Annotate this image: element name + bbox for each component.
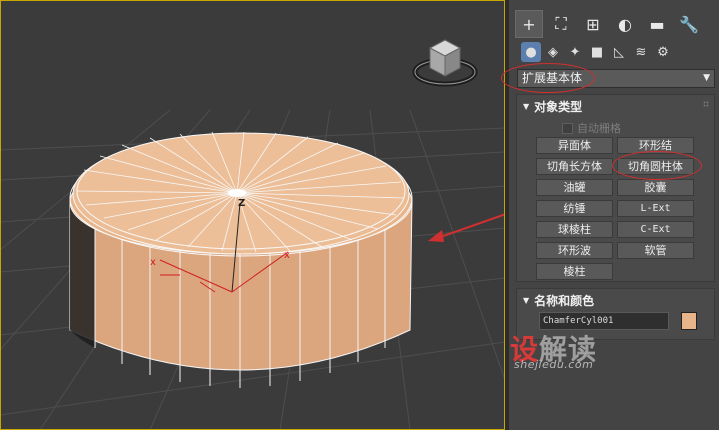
shapes-icon[interactable]: ◈ — [543, 42, 563, 62]
autogrid-checkbox[interactable]: 自动栅格 — [562, 120, 621, 136]
chamfer-cylinder[interactable] — [69, 131, 413, 388]
gengon-button[interactable]: 球棱柱 — [536, 221, 613, 238]
oil-tank-button[interactable]: 油罐 — [536, 179, 613, 196]
dropdown-arrow-icon: ▼ — [703, 73, 710, 83]
object-type-rollout-header[interactable]: ▼ 对象类型 — [523, 98, 582, 115]
create-subcategory-tabs: ● ◈ ✦ ■ ◺ ≋ ⚙ — [515, 42, 715, 64]
viewport-scene: x x Z — [0, 39, 505, 430]
category-dropdown[interactable]: 扩展基本体 ▼ — [517, 69, 715, 88]
display-tab-icon[interactable]: ▬ — [643, 10, 671, 38]
checkbox-icon — [562, 122, 573, 134]
object-type-rollout: ▼ 对象类型 自动栅格 异面体 环形结 切角长方体 切角圆柱体 油罐 胶囊 纺锤 … — [516, 94, 715, 282]
hierarchy-tab-icon[interactable]: ⊞ — [579, 10, 607, 38]
l-ext-button[interactable]: L-Ext — [617, 200, 694, 217]
chamfer-cylinder-button[interactable]: 切角圆柱体 — [617, 158, 694, 175]
helpers-icon[interactable]: ◺ — [609, 42, 629, 62]
hose-button[interactable]: 软管 — [617, 242, 694, 259]
spindle-button[interactable]: 纺锤 — [536, 200, 613, 217]
capsule-button[interactable]: 胶囊 — [617, 179, 694, 196]
annotation-arrow — [428, 213, 505, 242]
lights-icon[interactable]: ✦ — [565, 42, 585, 62]
c-ext-button[interactable]: C-Ext — [617, 221, 694, 238]
site-watermark: 设解读 shejiedu.com — [510, 328, 630, 378]
modify-tab-icon[interactable]: ⛶ — [547, 10, 575, 38]
torus-knot-button[interactable]: 环形结 — [617, 137, 694, 154]
object-color-swatch[interactable] — [681, 312, 697, 330]
camera-icon[interactable]: ■ — [587, 42, 607, 62]
name-and-color-rollout-header[interactable]: ▼ 名称和颜色 — [523, 292, 594, 309]
spacewarps-icon[interactable]: ≋ — [631, 42, 651, 62]
ringwave-button[interactable]: 环形波 — [536, 242, 613, 259]
systems-icon[interactable]: ⚙ — [653, 42, 673, 62]
create-tab-plus-icon[interactable]: + — [515, 10, 543, 38]
rollout-grip-icon — [703, 101, 709, 107]
watermark-url: shejiedu.com — [514, 358, 594, 371]
hedra-button[interactable]: 异面体 — [536, 137, 613, 154]
autogrid-label: 自动栅格 — [577, 122, 621, 135]
prism-button[interactable]: 棱柱 — [536, 263, 613, 280]
motion-tab-icon[interactable]: ◐ — [611, 10, 639, 38]
perspective-viewport[interactable]: x x Z — [0, 0, 505, 430]
svg-text:x: x — [150, 257, 156, 268]
svg-text:x: x — [284, 250, 290, 261]
z-axis-label: Z — [238, 198, 245, 209]
geometry-icon[interactable]: ● — [521, 42, 541, 62]
chamfer-box-button[interactable]: 切角长方体 — [536, 158, 613, 175]
utilities-tab-icon[interactable]: 🔧 — [675, 10, 703, 38]
command-panel-tabs: + ⛶ ⊞ ◐ ▬ 🔧 — [515, 10, 715, 38]
category-dropdown-value: 扩展基本体 — [522, 71, 583, 85]
viewcube[interactable] — [412, 39, 478, 87]
